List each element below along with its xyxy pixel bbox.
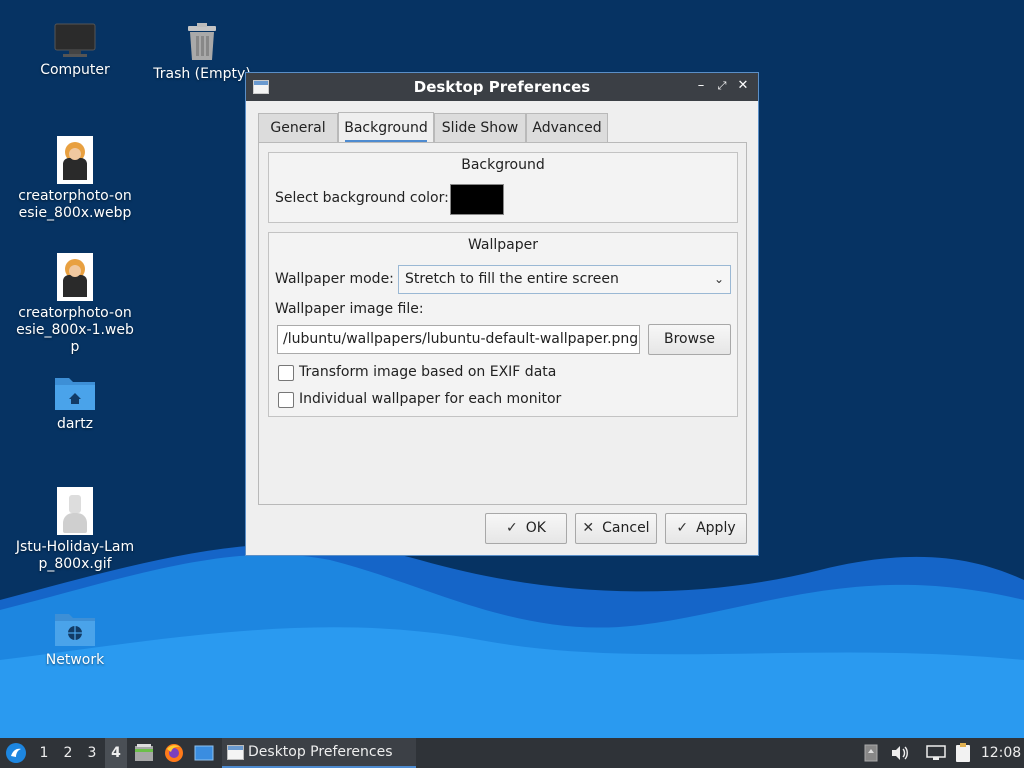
desktop-switch-1[interactable]: 1	[33, 738, 55, 768]
apply-label: Apply	[696, 520, 736, 536]
maximize-icon[interactable]: ⤢	[713, 77, 731, 95]
tray-volume[interactable]	[889, 738, 911, 768]
wallpaper-mode-label: Wallpaper mode:	[275, 271, 394, 287]
check-icon: ✓	[676, 520, 689, 536]
tray-clipboard[interactable]	[952, 738, 974, 768]
minimize-icon[interactable]: –	[692, 77, 710, 95]
file-manager-icon	[135, 744, 153, 761]
computer-icon	[54, 23, 96, 57]
start-menu-button[interactable]	[2, 738, 30, 768]
desktop-switch-4[interactable]: 4	[105, 738, 127, 768]
desktop-icon-label: creatorphoto-onesie_800x.webp	[18, 188, 132, 221]
chevron-down-icon: ⌄	[713, 272, 724, 286]
desktop-switch-3[interactable]: 3	[81, 738, 103, 768]
check-icon: ✓	[506, 520, 518, 536]
taskbar-window-label: Desktop Preferences	[248, 744, 393, 760]
desktop-icon-computer[interactable]: Computer	[15, 22, 135, 79]
desktop-icon-network[interactable]: Network	[15, 610, 135, 669]
background-group: Background Select background color:	[268, 152, 738, 223]
tab-general[interactable]: General	[258, 113, 338, 143]
browse-button[interactable]: Browse	[648, 324, 731, 355]
group-title: Wallpaper	[467, 237, 539, 253]
desktop-icon-label: creatorphoto-onesie_800x-1.webp	[16, 305, 134, 355]
desktop-icon-image-file[interactable]: creatorphoto-onesie_800x.webp	[15, 136, 135, 222]
close-icon[interactable]: ✕	[734, 77, 752, 95]
group-title: Background	[461, 157, 545, 173]
background-color-picker[interactable]	[450, 184, 504, 215]
cancel-button[interactable]: ✕ Cancel	[575, 513, 657, 544]
image-thumbnail-icon	[57, 253, 93, 301]
wallpaper-file-label: Wallpaper image file:	[275, 301, 424, 317]
tab-slide-show[interactable]: Slide Show	[434, 113, 526, 143]
dialog-title: Desktop Preferences	[413, 78, 591, 96]
taskbar-window-desktop-preferences[interactable]: Desktop Preferences	[222, 738, 416, 768]
ok-label: OK	[525, 520, 546, 536]
individual-wallpaper-checkbox[interactable]	[278, 392, 294, 408]
show-desktop-icon	[194, 745, 214, 761]
desktop-icon-label: dartz	[56, 416, 94, 432]
firefox-launcher[interactable]	[162, 738, 186, 768]
show-desktop-button[interactable]	[192, 738, 216, 768]
network-icon	[926, 745, 946, 760]
exif-transform-label: Transform image based on EXIF data	[299, 364, 557, 380]
desktop-icon-label: Computer	[40, 62, 110, 78]
desktop-icon-label: Trash (Empty)	[153, 66, 251, 82]
network-folder-icon	[55, 614, 95, 646]
cancel-label: Cancel	[602, 520, 650, 536]
tab-advanced[interactable]: Advanced	[526, 113, 608, 143]
background-color-label: Select background color:	[275, 190, 449, 206]
desktop-icon-home-folder[interactable]: dartz	[15, 374, 135, 433]
desktop-icon-label: Network	[45, 652, 105, 668]
tab-background[interactable]: Background	[338, 112, 434, 143]
individual-wallpaper-label: Individual wallpaper for each monitor	[299, 391, 562, 407]
clock[interactable]: 12:08	[979, 738, 1023, 768]
apply-button[interactable]: ✓ Apply	[665, 513, 747, 544]
exif-transform-checkbox[interactable]	[278, 365, 294, 381]
wallpaper-mode-value: Stretch to fill the entire screen	[405, 271, 619, 287]
clipboard-icon	[956, 743, 970, 762]
wallpaper-file-input[interactable]: /lubuntu/wallpapers/lubuntu-default-wall…	[277, 325, 640, 354]
tray-network[interactable]	[925, 738, 947, 768]
volume-icon	[892, 746, 908, 760]
close-icon: ✕	[582, 520, 595, 536]
tray-updates[interactable]	[861, 738, 881, 768]
background-tab-pane: Background Select background color: Wall…	[258, 142, 747, 505]
wallpaper-mode-select[interactable]: Stretch to fill the entire screen ⌄	[398, 265, 731, 294]
lubuntu-logo-icon	[6, 743, 26, 763]
dialog-titlebar[interactable]: Desktop Preferences – ⤢ ✕	[246, 73, 758, 101]
desktop-icon-label: Jstu-Holiday-Lamp_800x.gif	[15, 539, 135, 572]
image-thumbnail-icon	[57, 136, 93, 184]
desktop-preferences-dialog: Desktop Preferences – ⤢ ✕ General Backgr…	[245, 72, 759, 556]
desktop-switch-2[interactable]: 2	[57, 738, 79, 768]
firefox-icon	[165, 744, 183, 762]
window-app-icon	[227, 745, 244, 760]
trash-icon	[188, 23, 216, 60]
desktop-icon-image-file[interactable]: creatorphoto-onesie_800x-1.webp	[15, 253, 135, 356]
wallpaper-group: Wallpaper Wallpaper mode: Stretch to fil…	[268, 232, 738, 417]
file-manager-launcher[interactable]	[132, 738, 156, 768]
update-notifier-icon	[864, 744, 878, 762]
image-thumbnail-icon	[57, 487, 93, 535]
desktop-icon-image-file[interactable]: Jstu-Holiday-Lamp_800x.gif	[15, 487, 135, 573]
ok-button[interactable]: ✓ OK	[485, 513, 567, 544]
home-folder-icon	[55, 378, 95, 410]
taskbar: 1 2 3 4 Desktop Preferences 12:08	[0, 738, 1024, 768]
desktop-icon-trash[interactable]: Trash (Empty)	[142, 22, 262, 83]
